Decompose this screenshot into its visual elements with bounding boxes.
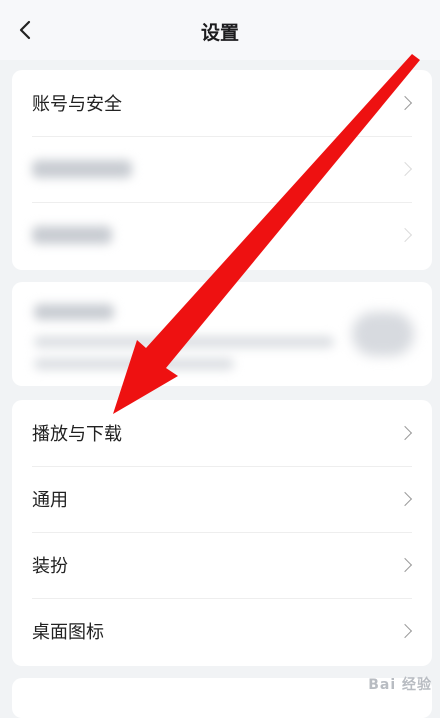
watermark-logo: Bai 经验 — [368, 677, 432, 693]
red-arrow-annotation — [113, 54, 420, 414]
